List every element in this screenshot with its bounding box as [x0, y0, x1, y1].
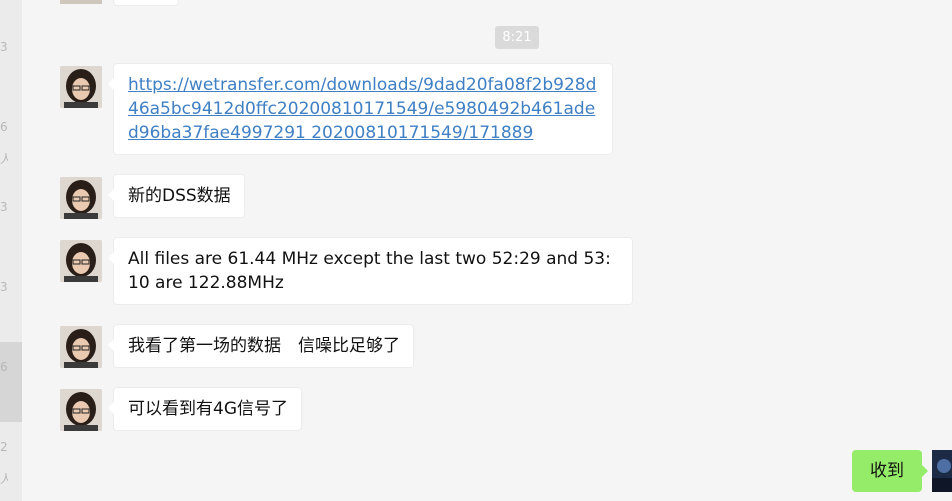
- message-bubble[interactable]: 新的DSS数据: [108, 174, 245, 218]
- avatar[interactable]: [60, 177, 102, 219]
- chat-list-edge[interactable]: 3 6 人 3 3 6 2 人: [0, 0, 22, 501]
- chat-message-area[interactable]: 8:21 https://wetransfer.com/downloads/9d…: [22, 0, 952, 501]
- bubble-tail: [108, 402, 114, 414]
- message-bubble[interactable]: https://wetransfer.com/downloads/9dad20f…: [108, 63, 613, 155]
- message-bubble[interactable]: 可以看到有4G信号了: [108, 387, 302, 431]
- bubble-tail: [108, 339, 114, 351]
- avatar[interactable]: [60, 66, 102, 108]
- timestamp-badge: 8:21: [495, 26, 539, 49]
- message-bubble[interactable]: All files are 61.44 MHz except the last …: [108, 237, 633, 305]
- message-bubble-partial[interactable]: [113, 0, 179, 6]
- avatar[interactable]: [60, 0, 102, 4]
- avatar[interactable]: [60, 240, 102, 282]
- bubble-tail: [108, 189, 114, 201]
- chat-list-fragment: 2: [0, 440, 8, 454]
- chat-list-fragment: 3: [0, 200, 8, 214]
- avatar-image: [60, 66, 102, 108]
- message-text: 新的DSS数据: [128, 186, 231, 206]
- avatar-image: [60, 326, 102, 368]
- message-text: 我看了第一场的数据 信噪比足够了: [128, 336, 400, 356]
- my-message-text: 收到: [870, 461, 904, 481]
- my-message-bubble[interactable]: 收到: [852, 450, 928, 492]
- bubble-tail: [108, 252, 114, 264]
- message-text: All files are 61.44 MHz except the last …: [128, 249, 611, 293]
- message-bubble[interactable]: 我看了第一场的数据 信噪比足够了: [108, 324, 414, 368]
- chat-list-fragment: 3: [0, 40, 8, 54]
- chat-list-fragment: 6: [0, 360, 8, 374]
- bubble-tail: [108, 78, 114, 90]
- bubble-tail: [922, 465, 928, 477]
- message-text: 可以看到有4G信号了: [128, 399, 288, 419]
- message-link[interactable]: https://wetransfer.com/downloads/9dad20f…: [128, 73, 599, 145]
- avatar-image: [60, 389, 102, 431]
- avatar-image: [60, 177, 102, 219]
- chat-list-selected-item[interactable]: [0, 342, 22, 422]
- avatar[interactable]: [60, 326, 102, 368]
- avatar[interactable]: [60, 389, 102, 431]
- chat-list-fragment: 人: [0, 472, 8, 486]
- avatar-image: [932, 450, 952, 492]
- chat-list-fragment: 人: [0, 152, 8, 166]
- chat-list-fragment: 3: [0, 280, 8, 294]
- my-avatar[interactable]: [932, 450, 952, 492]
- chat-list-fragment: 6: [0, 120, 8, 134]
- avatar-image: [60, 240, 102, 282]
